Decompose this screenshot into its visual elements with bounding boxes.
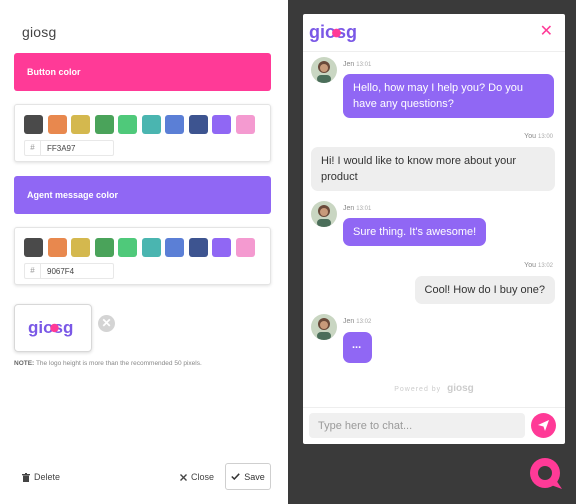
color-swatch[interactable] [141, 238, 161, 257]
message-time: 13:01 [356, 206, 372, 212]
powered-by: Powered by giosg [303, 383, 565, 394]
button-color-header[interactable]: Button color [14, 53, 271, 91]
chat-launcher-button[interactable] [528, 456, 564, 492]
chat-input[interactable] [309, 413, 525, 438]
close-button[interactable]: Close [180, 472, 214, 482]
message-meta: Jen 13:02 [343, 318, 371, 325]
color-swatch[interactable] [71, 238, 90, 257]
color-swatch[interactable] [235, 238, 255, 257]
chat-preview-area: giosg ✕ Jen13:01 Hello, how may I help y… [288, 0, 576, 504]
agent-color-palette: # 9067F4 [14, 227, 271, 285]
sender-name: Jen [343, 205, 355, 212]
trash-icon [22, 472, 30, 482]
color-swatch[interactable] [188, 115, 208, 134]
color-swatch[interactable] [165, 115, 184, 134]
message-meta: You 13:00 [524, 133, 553, 140]
color-swatch[interactable] [47, 115, 67, 134]
check-icon [231, 473, 240, 480]
agent-color-hex-value[interactable]: 9067F4 [41, 267, 74, 276]
message-time: 13:01 [356, 62, 372, 68]
chat-composer [303, 407, 565, 444]
color-swatch[interactable] [188, 238, 208, 257]
close-chat-icon[interactable]: ✕ [540, 24, 553, 40]
agent-avatar [311, 314, 337, 340]
sender-name: Jen [343, 61, 355, 68]
agent-color-hex-field[interactable]: # 9067F4 [24, 263, 114, 279]
note-label: NOTE: [14, 360, 35, 367]
message-time: 13:02 [356, 319, 372, 325]
button-color-hex-value[interactable]: FF3A97 [41, 144, 75, 153]
chat-window: giosg ✕ Jen13:01 Hello, how may I help y… [303, 14, 565, 444]
page-title: giosg [22, 24, 57, 40]
powered-by-brand: giosg [447, 383, 474, 394]
color-swatch[interactable] [24, 115, 43, 134]
note-text: The logo height is more than the recomme… [35, 360, 202, 367]
hash-prefix: # [25, 264, 41, 278]
sender-name: Jen [343, 318, 355, 325]
delete-label: Delete [34, 472, 61, 482]
settings-panel: giosg Button color # FF3A97 Agent messag… [0, 0, 288, 504]
agent-avatar [311, 201, 337, 227]
send-icon [538, 420, 549, 431]
remove-logo-icon[interactable]: ✕ [98, 315, 115, 332]
delete-button[interactable]: Delete [22, 472, 60, 482]
color-swatch[interactable] [118, 115, 137, 134]
agent-avatar [311, 57, 337, 83]
chat-header: giosg ✕ [303, 14, 565, 52]
color-swatch[interactable] [47, 238, 67, 257]
user-message-bubble: Cool! How do I buy one? [414, 276, 555, 304]
color-swatch[interactable] [141, 115, 161, 134]
color-swatch[interactable] [94, 238, 114, 257]
agent-color-label: Agent message color [27, 190, 119, 200]
sender-name: You [524, 262, 536, 269]
giosg-logo: giosg [309, 22, 357, 42]
agent-message-bubble: Hello, how may I help you? Do you have a… [343, 74, 554, 118]
send-button[interactable] [531, 413, 556, 438]
button-color-palette: # FF3A97 [14, 104, 271, 162]
button-color-hex-field[interactable]: # FF3A97 [24, 140, 114, 156]
color-swatch[interactable] [24, 238, 43, 257]
close-label: Close [191, 472, 215, 482]
agent-color-header[interactable]: Agent message color [14, 176, 271, 214]
message-meta: You 13:02 [524, 262, 553, 269]
chat-bubble-icon [530, 458, 562, 489]
save-label: Save [244, 471, 265, 482]
save-button[interactable]: Save [225, 463, 271, 490]
user-message-bubble: Hi! I would like to know more about your… [311, 147, 555, 191]
agent-message-bubble: Sure thing. It's awesome! [343, 218, 487, 246]
color-swatch[interactable] [212, 115, 231, 134]
logo-preview[interactable]: giosg [14, 304, 92, 352]
giosg-logo: giosg [28, 318, 73, 337]
color-swatch[interactable] [165, 238, 184, 257]
close-icon [180, 473, 187, 481]
color-swatch[interactable] [94, 115, 114, 134]
color-swatch[interactable] [71, 115, 90, 134]
typing-indicator-bubble: ... [343, 332, 372, 363]
logo-note: NOTE: The logo height is more than the r… [14, 360, 202, 367]
message-time: 13:00 [537, 134, 553, 140]
color-swatch[interactable] [212, 238, 231, 257]
hash-prefix: # [25, 141, 41, 155]
sender-name: You [524, 133, 536, 140]
message-meta: Jen 13:01 [343, 205, 371, 212]
message-time: 13:02 [537, 263, 553, 269]
color-swatch[interactable] [118, 238, 137, 257]
message-meta: Jen 13:01 [343, 61, 371, 68]
color-swatch[interactable] [235, 115, 255, 134]
powered-by-label: Powered by [394, 386, 442, 393]
button-color-label: Button color [27, 67, 81, 77]
